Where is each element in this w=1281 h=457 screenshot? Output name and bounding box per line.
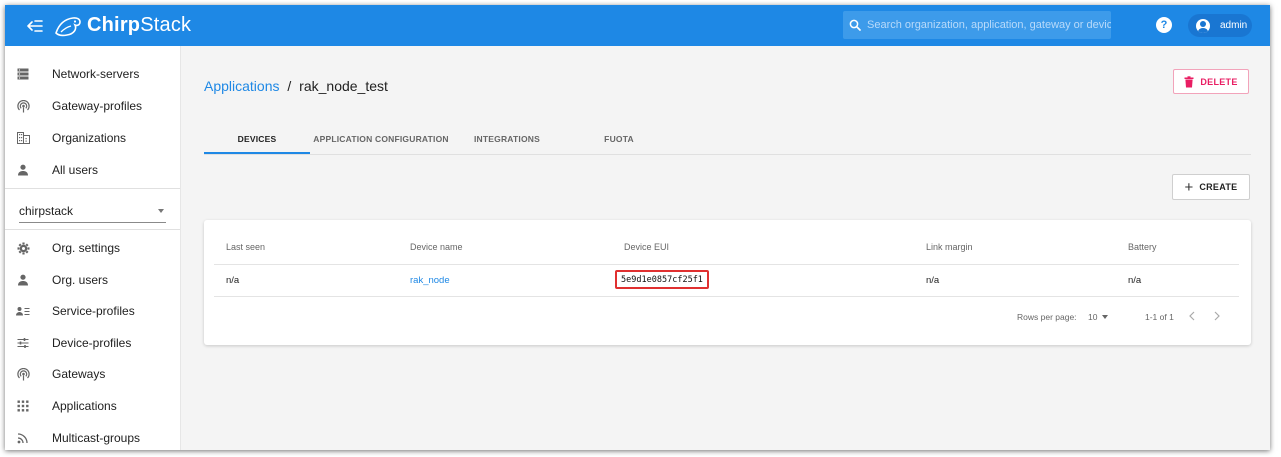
plus-icon: + — [1184, 178, 1194, 196]
person-icon — [16, 163, 30, 177]
chevron-left-icon — [1189, 311, 1195, 321]
column-header-battery[interactable]: Battery — [1128, 242, 1157, 252]
create-button[interactable]: + CREATE — [1172, 174, 1250, 200]
cell-battery: n/a — [1128, 275, 1142, 286]
username: admin — [1220, 20, 1248, 31]
person-icon — [16, 273, 30, 287]
tab-devices[interactable]: DEVICES — [204, 125, 310, 154]
cell-device-name: rak_node — [410, 275, 450, 286]
user-menu-button[interactable]: admin — [1188, 14, 1252, 37]
column-header-device-name[interactable]: Device name — [410, 242, 463, 252]
tab-bar: DEVICES APPLICATION CONFIGURATION INTEGR… — [204, 125, 1251, 155]
chevron-down-icon — [1102, 315, 1109, 319]
sidebar-item-gateways[interactable]: Gateways — [5, 358, 180, 390]
column-header-last-seen[interactable]: Last seen — [226, 242, 265, 252]
breadcrumb: Applications / rak_node_test — [204, 78, 388, 94]
sidebar-item-network-servers[interactable]: Network-servers — [5, 58, 180, 90]
chevron-down-icon — [158, 209, 164, 213]
chevron-right-icon — [1214, 311, 1220, 321]
tab-application-configuration[interactable]: APPLICATION CONFIGURATION — [310, 125, 452, 152]
device-name-link[interactable]: rak_node — [410, 275, 450, 286]
app-window: ChirpStack ? admin Network-servers — [5, 5, 1270, 450]
chirpstack-logo[interactable]: ChirpStack — [53, 5, 191, 46]
sidebar-divider — [5, 188, 180, 189]
column-header-device-eui[interactable]: Device EUI — [624, 242, 669, 252]
sidebar-item-applications[interactable]: Applications — [5, 390, 180, 422]
cell-last-seen: n/a — [226, 275, 240, 286]
tab-integrations[interactable]: INTEGRATIONS — [457, 125, 557, 152]
sidebar-item-all-users[interactable]: All users — [5, 154, 180, 186]
account-details-icon — [16, 304, 30, 318]
trash-icon — [1184, 75, 1194, 87]
tune-icon — [16, 336, 30, 350]
previous-page-button[interactable] — [1185, 309, 1199, 323]
help-icon[interactable]: ? — [1156, 17, 1172, 33]
organization-select[interactable]: chirpstack — [19, 200, 166, 223]
delete-button[interactable]: DELETE — [1173, 69, 1249, 94]
sidebar-item-organizations[interactable]: Organizations — [5, 122, 180, 154]
rows-per-page-label: Rows per page: — [1017, 312, 1077, 322]
sidebar-item-service-profiles[interactable]: Service-profiles — [5, 295, 180, 327]
table-row-divider — [214, 296, 1239, 297]
page-title: rak_node_test — [299, 78, 388, 94]
cell-link-margin: n/a — [926, 275, 940, 286]
breadcrumb-applications-link[interactable]: Applications — [204, 78, 280, 94]
column-header-link-margin[interactable]: Link margin — [926, 242, 973, 252]
rss-icon — [16, 431, 30, 445]
sidebar-item-org-users[interactable]: Org. users — [5, 264, 180, 296]
sidebar: Network-servers Gateway-profiles Organiz… — [5, 46, 181, 450]
menu-toggle-icon[interactable] — [25, 16, 45, 36]
table-header-divider — [214, 264, 1239, 265]
breadcrumb-separator: / — [287, 78, 292, 94]
sidebar-item-multicast-groups[interactable]: Multicast-groups — [5, 422, 180, 450]
search-input[interactable] — [867, 19, 1111, 31]
next-page-button[interactable] — [1210, 309, 1224, 323]
sidebar-item-org-settings[interactable]: Org. settings — [5, 232, 180, 264]
sidebar-divider — [5, 229, 180, 230]
search-bar[interactable] — [843, 11, 1111, 39]
tab-fuota[interactable]: FUOTA — [572, 125, 666, 152]
search-icon — [849, 19, 861, 31]
top-app-bar: ChirpStack ? admin — [5, 5, 1270, 46]
devices-table-card: Last seen Device name Device EUI Link ma… — [204, 220, 1251, 345]
sidebar-item-gateway-profiles[interactable]: Gateway-profiles — [5, 90, 180, 122]
server-icon — [16, 67, 30, 81]
chirp-bird-icon — [55, 16, 81, 36]
apps-icon — [16, 399, 30, 413]
wifi-tethering-icon — [16, 99, 30, 113]
account-circle-icon — [1196, 18, 1210, 33]
sidebar-item-device-profiles[interactable]: Device-profiles — [5, 327, 180, 359]
device-eui-highlight: 5e9d1e0857cf25f1 — [615, 270, 709, 289]
pagination-range: 1-1 of 1 — [1145, 312, 1174, 322]
rows-per-page-select[interactable]: 10 — [1088, 312, 1110, 322]
logo-text: ChirpStack — [87, 14, 192, 36]
gear-icon — [16, 241, 30, 255]
domain-icon — [16, 131, 30, 145]
wifi-tethering-icon — [16, 367, 30, 381]
